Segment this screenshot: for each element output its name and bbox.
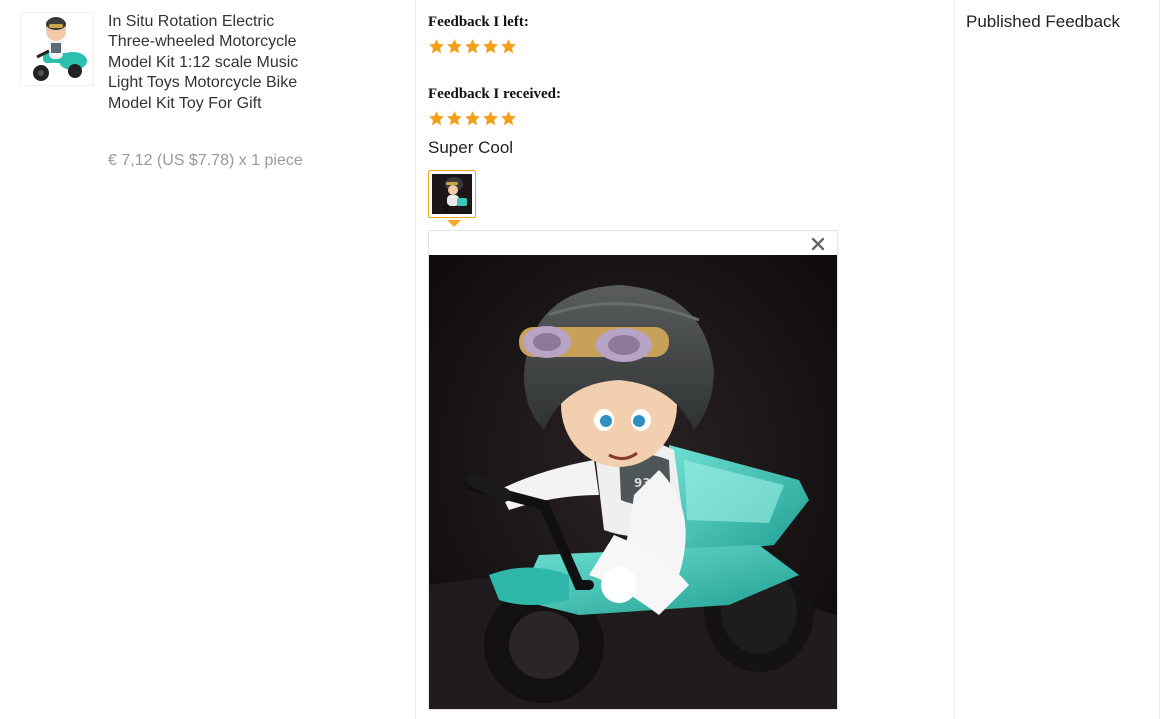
feedback-photo-thumbnail[interactable] — [428, 170, 476, 218]
thumbnail-pointer-arrow — [447, 220, 461, 227]
star-icon — [447, 39, 462, 54]
feedback-photo-large: 93 — [429, 255, 837, 709]
feedback-left-label: Feedback I left: — [428, 14, 529, 30]
feedback-left-stars — [428, 38, 517, 55]
product-price: € 7,12 (US $7.78) x 1 piece — [108, 152, 303, 169]
feedback-comment: Super Cool — [428, 138, 514, 157]
star-icon — [465, 111, 480, 126]
star-icon — [483, 111, 498, 126]
feedback-received-label: Feedback I received: — [428, 86, 562, 102]
star-icon — [483, 39, 498, 54]
product-thumbnail[interactable] — [20, 12, 94, 86]
star-icon — [429, 111, 444, 126]
column-divider — [1159, 0, 1160, 719]
feedback-received-stars — [428, 110, 517, 127]
toy-motorcycle-photo: 93 — [429, 255, 837, 709]
column-divider — [954, 0, 955, 719]
star-icon — [447, 111, 462, 126]
photo-viewer: 93 — [428, 230, 838, 710]
toy-motorcycle-thumbnail-image — [21, 13, 93, 85]
star-icon — [501, 39, 516, 54]
star-icon — [465, 39, 480, 54]
feedback-photo-mini-image — [432, 174, 472, 214]
column-divider — [415, 0, 416, 719]
close-icon[interactable] — [811, 237, 825, 251]
star-icon — [501, 111, 516, 126]
product-title[interactable]: In Situ Rotation Electric Three-wheeled … — [108, 12, 320, 114]
published-feedback-status: Published Feedback — [966, 12, 1121, 31]
star-icon — [429, 39, 444, 54]
